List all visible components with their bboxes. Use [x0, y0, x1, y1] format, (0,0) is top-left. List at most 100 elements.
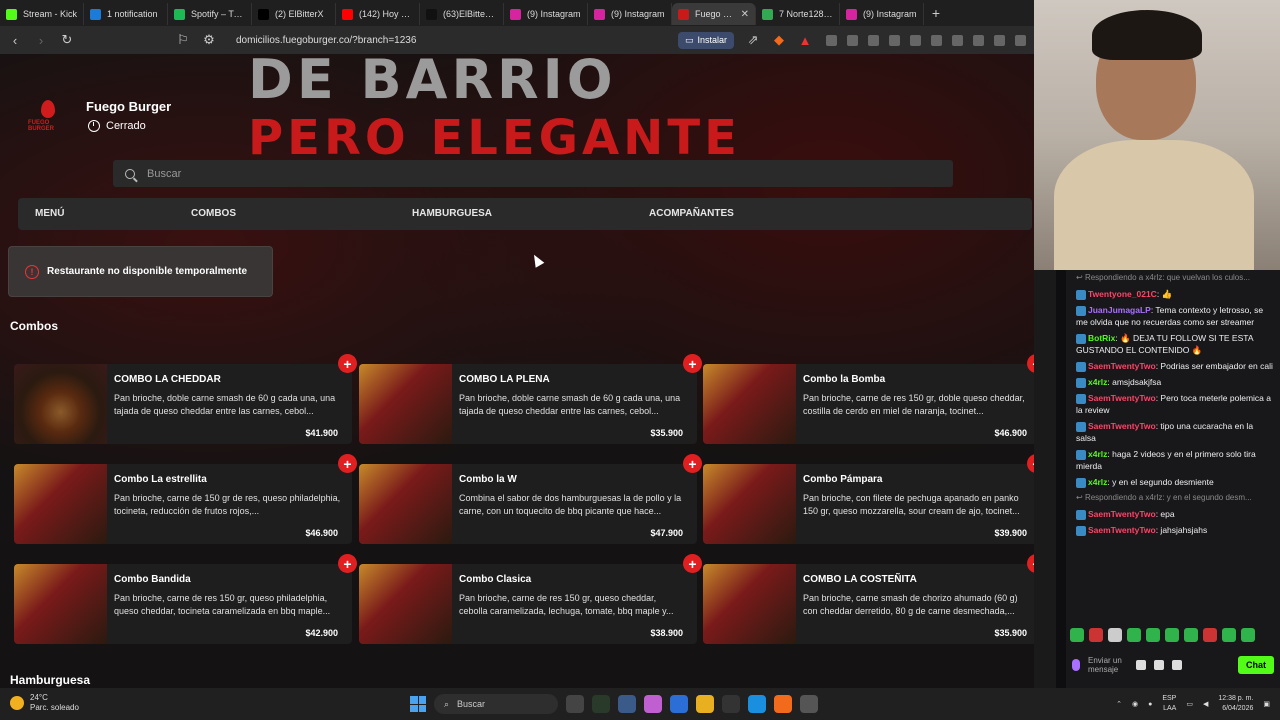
browser-tab[interactable]: 7 Norte128 Ar...	[756, 3, 840, 25]
emote-icon[interactable]	[1241, 628, 1255, 642]
browser-tab[interactable]: (9) Instagram	[840, 3, 924, 25]
mic-icon[interactable]	[1072, 659, 1080, 671]
sidebar-icon[interactable]	[952, 34, 963, 46]
taskbar-clock[interactable]: 12:38 p. m. 6/04/2026	[1218, 694, 1253, 714]
chat-username[interactable]: x4rlz	[1088, 477, 1107, 487]
chat-username[interactable]: x4rlz	[1088, 377, 1107, 387]
chat-username[interactable]: SaemTwentyTwo	[1088, 393, 1156, 403]
browser-tab[interactable]: (63)ElBitterX (...	[420, 3, 504, 25]
taskbar-search[interactable]: ⌕ Buscar	[434, 694, 558, 714]
emote-icon[interactable]	[1203, 628, 1217, 642]
screenshot-icon[interactable]	[910, 34, 921, 46]
combo-card[interactable]: COMBO LA CHEDDAR Pan brioche, doble carne…	[14, 364, 352, 444]
nav-acompanantes[interactable]: ACOMPAÑANTES	[649, 208, 734, 219]
leo-icon[interactable]	[994, 34, 1005, 46]
edge-icon[interactable]	[748, 695, 766, 713]
nav-menu[interactable]: MENÚ	[35, 208, 64, 219]
bookmark-icon[interactable]: ⚐	[176, 32, 190, 48]
store-icon[interactable]	[670, 695, 688, 713]
chat-username[interactable]: SaemTwentyTwo	[1088, 421, 1156, 431]
nav-combos[interactable]: COMBOS	[191, 208, 236, 219]
library-icon[interactable]	[931, 34, 942, 46]
combo-card[interactable]: COMBO LA PLENA Pan brioche, doble carne s…	[359, 364, 697, 444]
forward-icon[interactable]: ›	[34, 33, 48, 48]
combo-card[interactable]: COMBO LA COSTEÑITA Pan brioche, carne sma…	[703, 564, 1034, 644]
people-icon[interactable]	[1136, 660, 1146, 670]
brave-shield-icon[interactable]: ◆	[772, 32, 786, 48]
brave-rewards-icon[interactable]: ▲	[798, 33, 812, 48]
chat-username[interactable]: JuanJumagaLP	[1088, 305, 1151, 315]
task-view-icon[interactable]	[566, 695, 584, 713]
add-to-cart-button[interactable]: +	[338, 454, 357, 473]
app-icon[interactable]	[592, 695, 610, 713]
search-input[interactable]	[147, 167, 927, 180]
site-info-icon[interactable]: ⚙	[202, 32, 216, 48]
chat-input[interactable]: Enviar un mensaje	[1088, 656, 1128, 674]
wifi-icon[interactable]: ◉	[1132, 700, 1138, 708]
combo-card[interactable]: Combo Pámpara Pan brioche, con filete de …	[703, 464, 1034, 544]
browser-tab[interactable]: 1 notification	[84, 3, 168, 25]
browser-tab[interactable]: Fuego Bur... ✕	[672, 3, 756, 25]
translate-icon[interactable]	[826, 34, 837, 46]
terminal-icon[interactable]	[722, 695, 740, 713]
url-field[interactable]: domicilios.fuegoburger.co/?branch=1236	[236, 35, 656, 46]
network-icon[interactable]: ▭	[1186, 700, 1193, 708]
emote-icon[interactable]	[1222, 628, 1236, 642]
install-button[interactable]: ▭ Instalar	[678, 31, 735, 49]
combo-card[interactable]: Combo La estrellita Pan brioche, carne de…	[14, 464, 352, 544]
chevron-up-icon[interactable]: ⌃	[1116, 700, 1122, 708]
browser-tab[interactable]: (9) Instagram	[504, 3, 588, 25]
emote-icon[interactable]	[1127, 628, 1141, 642]
emote-icon[interactable]	[1070, 628, 1084, 642]
extension-icon[interactable]	[847, 34, 858, 46]
reload-icon[interactable]: ↻	[60, 32, 74, 48]
add-to-cart-button[interactable]: +	[683, 354, 702, 373]
chat-username[interactable]: SaemTwentyTwo	[1088, 525, 1156, 535]
combo-card[interactable]: Combo la Bomba Pan brioche, carne de res …	[703, 364, 1034, 444]
browser-tab[interactable]: Spotify – Tus ...	[168, 3, 252, 25]
emote-icon[interactable]	[1089, 628, 1103, 642]
extension-icon[interactable]	[868, 34, 879, 46]
gear-icon[interactable]	[1172, 660, 1182, 670]
combo-card[interactable]: Combo la W Combina el sabor de dos hambur…	[359, 464, 697, 544]
combo-card[interactable]: Combo Clasica Pan brioche, carne de res 1…	[359, 564, 697, 644]
emote-icon[interactable]	[1184, 628, 1198, 642]
chat-username[interactable]: x4rlz	[1088, 449, 1107, 459]
nav-hamburguesa[interactable]: HAMBURGUESA	[412, 208, 492, 219]
browser-tab[interactable]: Stream - Kick	[0, 3, 84, 25]
chat-username[interactable]: Twentyone_021C	[1088, 289, 1157, 299]
emote-icon[interactable]	[1165, 628, 1179, 642]
back-icon[interactable]: ‹	[8, 33, 22, 48]
browser-tab[interactable]: (142) Hoy doo...	[336, 3, 420, 25]
weather-widget[interactable]: 24°C Parc. soleado	[10, 693, 79, 713]
emote-icon[interactable]	[1108, 628, 1122, 642]
emote-icon[interactable]	[1146, 628, 1160, 642]
share-icon[interactable]: ⇗	[746, 32, 760, 48]
chat-scrollbar[interactable]	[1056, 270, 1066, 688]
chat-username[interactable]: SaemTwentyTwo	[1088, 509, 1156, 519]
app-icon[interactable]	[800, 695, 818, 713]
add-to-cart-button[interactable]: +	[683, 454, 702, 473]
browser-tab[interactable]: (9) Instagram	[588, 3, 672, 25]
menu-icon[interactable]	[1015, 34, 1026, 46]
browser-tab[interactable]: (2) ElBitterX	[252, 3, 336, 25]
copilot-icon[interactable]	[644, 695, 662, 713]
wallet-icon[interactable]	[973, 34, 984, 46]
combo-card[interactable]: Combo Bandida Pan brioche, carne de res 1…	[14, 564, 352, 644]
app-icon[interactable]	[618, 695, 636, 713]
volume-icon[interactable]: ◀	[1203, 700, 1208, 708]
chat-send-button[interactable]: Chat	[1238, 656, 1274, 674]
mic-icon[interactable]: ●	[1148, 701, 1152, 708]
add-to-cart-button[interactable]: +	[683, 554, 702, 573]
language-indicator[interactable]: ESP LAA	[1162, 694, 1176, 714]
new-tab-button[interactable]: +	[924, 5, 948, 21]
windows-start-icon[interactable]	[410, 696, 426, 712]
add-to-cart-button[interactable]: +	[338, 354, 357, 373]
brave-icon[interactable]	[774, 695, 792, 713]
notifications-icon[interactable]: ▣	[1263, 700, 1270, 708]
chat-username[interactable]: BotRix	[1088, 333, 1115, 343]
puzzle-icon[interactable]	[889, 34, 900, 46]
close-icon[interactable]: ✕	[741, 9, 749, 20]
file-explorer-icon[interactable]	[696, 695, 714, 713]
add-to-cart-button[interactable]: +	[338, 554, 357, 573]
